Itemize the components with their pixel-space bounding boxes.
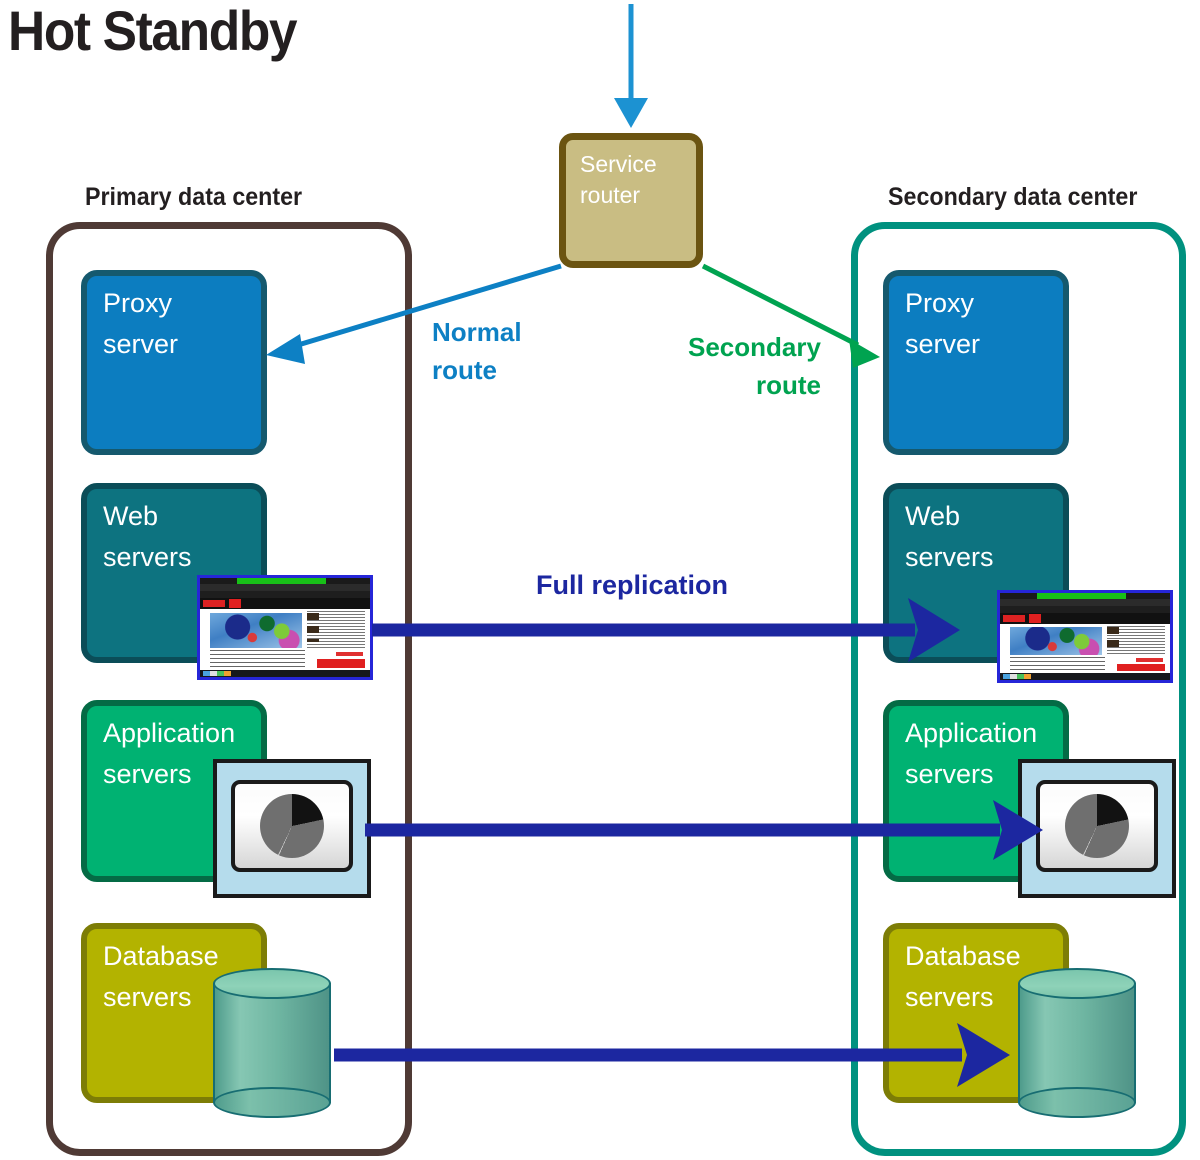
browser-page-body — [1000, 624, 1170, 673]
primary-proxy-server-tile[interactable]: Proxy server — [81, 270, 267, 455]
database-cylinder-icon — [213, 968, 331, 1118]
cylinder-bottom — [213, 1087, 331, 1118]
secondary-data-center-heading: Secondary data center — [888, 183, 1138, 211]
primary-data-center-heading: Primary data center — [85, 183, 303, 211]
pie-chart-icon — [260, 794, 324, 858]
browser-page-body — [200, 609, 370, 670]
full-replication-label: Full replication — [536, 570, 729, 600]
pie-chart-monitor-icon — [1018, 759, 1176, 898]
os-taskbar — [1000, 673, 1170, 680]
weather-map-image — [1010, 626, 1102, 656]
cylinder-top — [1018, 968, 1136, 999]
normal-route-label: Normal route — [432, 317, 522, 385]
browser-site-nav — [200, 598, 370, 609]
cylinder-top — [213, 968, 331, 999]
browser-toolbar — [200, 584, 370, 591]
service-router-label: Service router — [580, 151, 657, 208]
database-cylinder-icon — [1018, 968, 1136, 1118]
sidebar-thumbnails — [1107, 626, 1119, 651]
primary-proxy-server-label: Proxy server — [103, 288, 179, 359]
primary-database-servers-label: Database servers — [103, 941, 219, 1012]
weather-map-image — [210, 612, 302, 649]
cylinder-bottom — [1018, 1087, 1136, 1118]
primary-web-servers-label: Web servers — [103, 501, 192, 572]
diagram-canvas: Hot Standby Primary data center Secondar… — [0, 0, 1200, 1160]
browser-site-nav — [1000, 613, 1170, 624]
browser-window-icon — [997, 590, 1173, 683]
service-router-node[interactable]: Service router — [559, 133, 703, 268]
article-text-lines — [210, 650, 306, 668]
secondary-web-servers-label: Web servers — [905, 501, 994, 572]
article-text-lines — [1010, 657, 1106, 672]
os-taskbar — [200, 670, 370, 677]
cylinder-body — [1018, 983, 1136, 1103]
browser-bookmarks-bar — [1000, 606, 1170, 613]
monitor-screen — [231, 780, 353, 872]
secondary-route-label: Secondary route — [688, 332, 821, 400]
pie-chart-monitor-icon — [213, 759, 371, 898]
promo-block-thumb — [1117, 664, 1165, 672]
browser-toolbar — [1000, 599, 1170, 606]
subscribe-button-thumb — [1136, 658, 1164, 662]
sidebar-thumbnails — [307, 612, 319, 642]
browser-bookmarks-bar — [200, 591, 370, 598]
inbound-traffic-arrow — [614, 4, 648, 128]
cylinder-body — [213, 983, 331, 1103]
monitor-screen — [1036, 780, 1158, 872]
browser-window-icon — [197, 575, 373, 680]
pie-chart-icon — [1065, 794, 1129, 858]
secondary-proxy-server-label: Proxy server — [905, 288, 981, 359]
secondary-proxy-server-tile[interactable]: Proxy server — [883, 270, 1069, 455]
page-title: Hot Standby — [8, 0, 298, 62]
subscribe-button-thumb — [336, 651, 364, 656]
secondary-database-servers-label: Database servers — [905, 941, 1021, 1012]
promo-block-thumb — [317, 659, 365, 668]
